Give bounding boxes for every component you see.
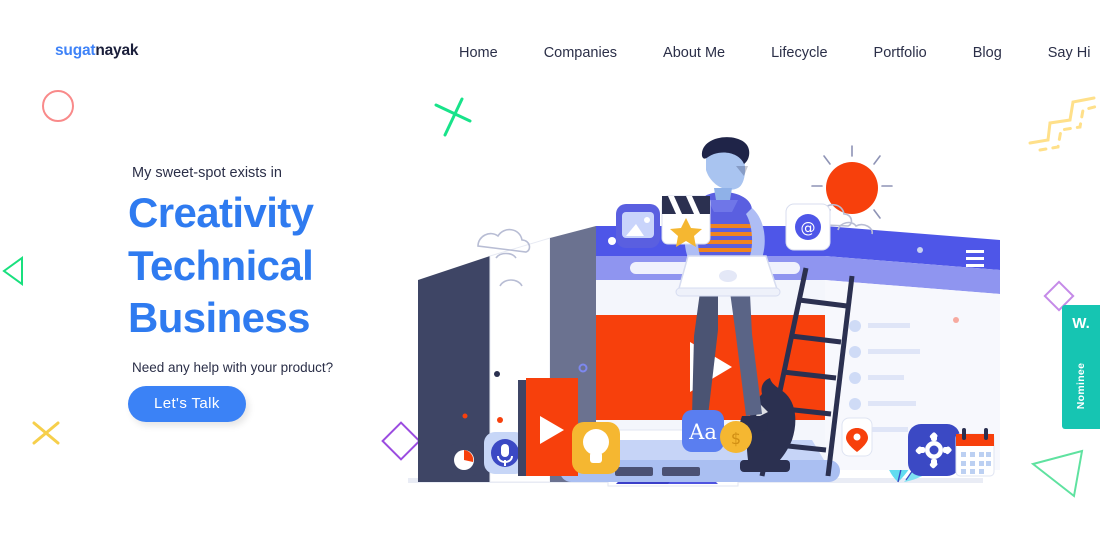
green-triangle-right-icon	[1030, 448, 1088, 505]
calendar-icon	[955, 428, 995, 477]
nav-item-home[interactable]: Home	[459, 41, 498, 65]
location-pin-icon	[841, 417, 873, 457]
badge-rotated-label: Nominee	[1075, 362, 1088, 410]
site-header: sugatnayak Home Companies About Me Lifec…	[0, 0, 1100, 100]
coin-icon: $	[720, 421, 752, 453]
green-triangle-left-icon	[2, 256, 24, 291]
svg-text:$: $	[731, 429, 741, 448]
gear-icon	[908, 424, 960, 476]
hero-illustration: @ Aa $	[400, 130, 1000, 500]
yellow-x-icon	[30, 417, 62, 454]
nav-item-say-hi[interactable]: Say Hi	[1048, 41, 1091, 65]
badge-rotated-wrap: Nominee	[1062, 351, 1100, 421]
nav-item-about-me[interactable]: About Me	[663, 41, 725, 65]
clapperboard-star-icon	[661, 195, 711, 247]
brand-logo[interactable]: sugatnayak	[55, 42, 138, 60]
lets-talk-button[interactable]: Let's Talk	[128, 385, 246, 422]
logo-text-primary: sugat	[55, 42, 96, 59]
svg-text:Aa: Aa	[688, 420, 717, 444]
award-nominee-badge[interactable]: W. Nominee	[1062, 305, 1100, 429]
badge-top-label: W.	[1072, 315, 1090, 332]
nav-item-companies[interactable]: Companies	[544, 41, 617, 65]
photo-icon	[616, 204, 660, 248]
pie-chart-icon	[448, 444, 480, 476]
email-at-icon: @	[785, 203, 831, 251]
svg-text:@: @	[801, 219, 816, 237]
main-navigation: Home Companies About Me Lifecycle Portfo…	[440, 41, 1100, 65]
logo-text-secondary: nayak	[95, 42, 139, 59]
video-player-icon	[518, 378, 578, 476]
nav-item-lifecycle[interactable]: Lifecycle	[771, 41, 827, 65]
landing-page: sugatnayak Home Companies About Me Lifec…	[0, 0, 1100, 550]
lightbulb-icon	[572, 422, 620, 474]
typography-aa-icon: Aa	[682, 410, 724, 452]
nav-item-blog[interactable]: Blog	[973, 41, 1002, 65]
nav-item-portfolio[interactable]: Portfolio	[874, 41, 927, 65]
